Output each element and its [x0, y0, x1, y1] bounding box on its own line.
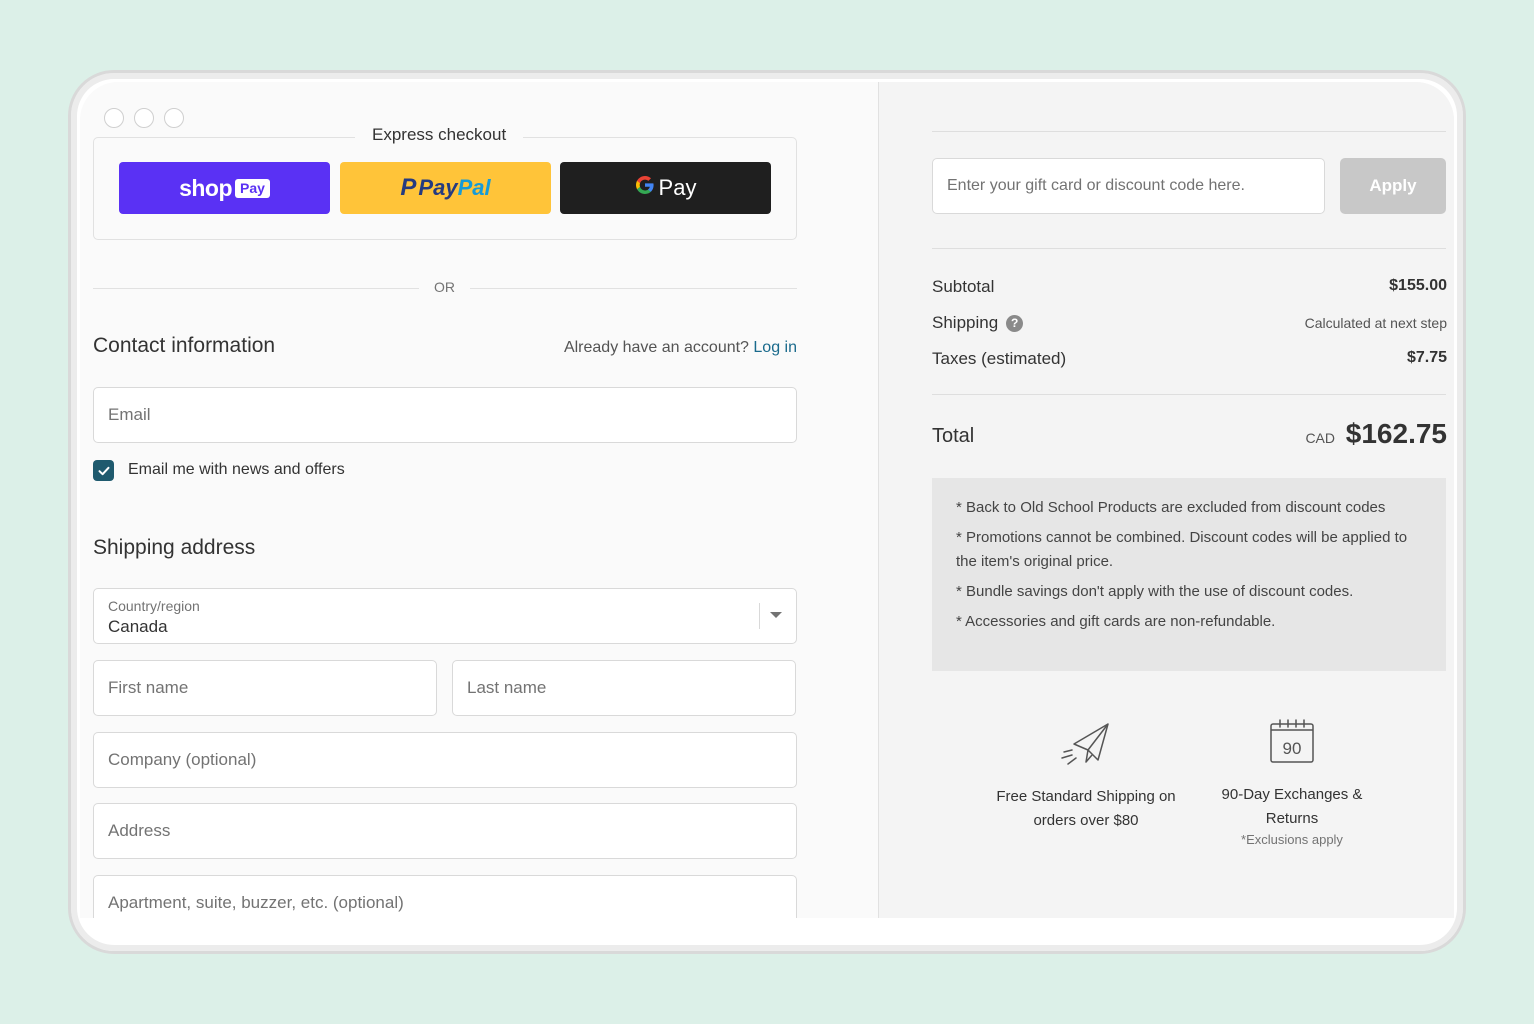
window-dot-close[interactable]	[104, 108, 124, 128]
country-select[interactable]: Country/region Canada	[93, 588, 797, 644]
taxes-label: Taxes (estimated)	[932, 349, 1067, 368]
total-value: $162.75	[1345, 418, 1447, 449]
express-checkout-title: Express checkout	[355, 125, 524, 145]
free-shipping-line1: Free Standard Shipping on	[996, 788, 1176, 805]
discount-code-placeholder: Enter your gift card or discount code he…	[947, 177, 1245, 194]
exchanges-line2: Returns	[1265, 810, 1319, 827]
or-label: OR	[419, 279, 470, 295]
summary-divider-top	[932, 131, 1446, 132]
last-name-field[interactable]: Last name	[452, 660, 796, 716]
shop-pay-button[interactable]: shop Pay	[119, 162, 330, 214]
discount-code-input[interactable]: Enter your gift card or discount code he…	[932, 158, 1325, 214]
question-mark-icon[interactable]: ?	[1006, 315, 1024, 333]
free-shipping-perk: Free Standard Shipping on orders over $8…	[986, 718, 1186, 833]
newsletter-label: Email me with news and offers	[128, 461, 345, 478]
address-field[interactable]: Address	[93, 803, 797, 859]
order-summary: Enter your gift card or discount code he…	[878, 82, 1454, 918]
first-name-field[interactable]: First name	[93, 660, 437, 716]
calendar-icon: 90	[1270, 719, 1314, 763]
exchanges-line1: 90-Day Exchanges &	[1221, 786, 1363, 803]
shipping-address-title: Shipping address	[93, 536, 256, 559]
paper-plane-icon	[1061, 723, 1109, 765]
paypal-icon: P	[400, 174, 417, 201]
summary-divider-total	[932, 394, 1446, 395]
checkout-form: Express checkout shop Pay P PayPal Pay O…	[80, 82, 878, 918]
google-g-icon	[635, 175, 655, 201]
note-item: * Bundle savings don't apply with the us…	[956, 583, 1354, 600]
exclusions-note: *Exclusions apply	[1241, 832, 1343, 847]
last-name-placeholder: Last name	[467, 678, 547, 697]
apartment-field[interactable]: Apartment, suite, buzzer, etc. (optional…	[93, 875, 797, 918]
discount-notes: * Back to Old School Products are exclud…	[932, 478, 1446, 671]
exchanges-text: 90-Day Exchanges & Returns	[1202, 783, 1382, 831]
paypal-button[interactable]: P PayPal	[340, 162, 551, 214]
paypal-logo: PayPal	[418, 175, 491, 200]
email-field[interactable]: Email	[93, 387, 797, 443]
total-currency: CAD	[1305, 430, 1335, 446]
free-shipping-line2: orders over $80	[1033, 812, 1139, 829]
company-field[interactable]: Company (optional)	[93, 732, 797, 788]
address-placeholder: Address	[108, 821, 171, 840]
shipping-label-text: Shipping	[932, 313, 999, 332]
subtotal-value: $155.00	[1389, 277, 1447, 294]
check-icon	[98, 466, 109, 475]
shipping-row-label: Shipping?	[932, 313, 1024, 333]
window-dot-minimize[interactable]	[134, 108, 154, 128]
contact-information-title: Contact information	[93, 334, 276, 357]
note-item: * Promotions cannot be combined. Discoun…	[956, 529, 1408, 570]
newsletter-checkbox[interactable]	[93, 460, 114, 481]
country-value: Canada	[108, 617, 168, 636]
shop-pay-logo: shop	[179, 174, 233, 201]
exchanges-perk: 90 90-Day Exchanges & Returns *Exclusion…	[1202, 718, 1382, 847]
account-prompt: Already have an account? Log in	[564, 339, 797, 357]
account-prompt-text: Already have an account?	[563, 339, 749, 356]
select-divider	[759, 603, 760, 629]
login-link[interactable]: Log in	[753, 339, 797, 356]
window-controls	[104, 108, 184, 128]
google-pay-label: Pay	[658, 175, 697, 200]
free-shipping-text: Free Standard Shipping on orders over $8…	[986, 785, 1186, 833]
subtotal-label: Subtotal	[932, 277, 995, 296]
checkout-page: Express checkout shop Pay P PayPal Pay O…	[80, 82, 1454, 918]
window-dot-maximize[interactable]	[164, 108, 184, 128]
apartment-placeholder: Apartment, suite, buzzer, etc. (optional…	[108, 893, 404, 912]
country-label: Country/region	[108, 598, 200, 614]
taxes-value: $7.75	[1406, 349, 1447, 366]
note-item: * Accessories and gift cards are non-ref…	[956, 613, 1276, 630]
total-label: Total	[932, 425, 975, 447]
company-placeholder: Company (optional)	[108, 750, 257, 769]
note-item: * Back to Old School Products are exclud…	[956, 499, 1386, 516]
svg-text:90: 90	[1283, 739, 1302, 758]
browser-frame: Express checkout shop Pay P PayPal Pay O…	[68, 70, 1466, 954]
shipping-value: Calculated at next step	[1304, 315, 1447, 331]
chevron-down-icon	[770, 612, 782, 618]
summary-divider-discount	[932, 248, 1446, 249]
shop-pay-pill: Pay	[235, 178, 270, 198]
email-placeholder: Email	[108, 405, 151, 424]
google-pay-button[interactable]: Pay	[560, 162, 771, 214]
apply-button[interactable]: Apply	[1340, 158, 1446, 214]
express-checkout-box: Express checkout shop Pay P PayPal Pay	[93, 125, 797, 240]
first-name-placeholder: First name	[108, 678, 189, 697]
